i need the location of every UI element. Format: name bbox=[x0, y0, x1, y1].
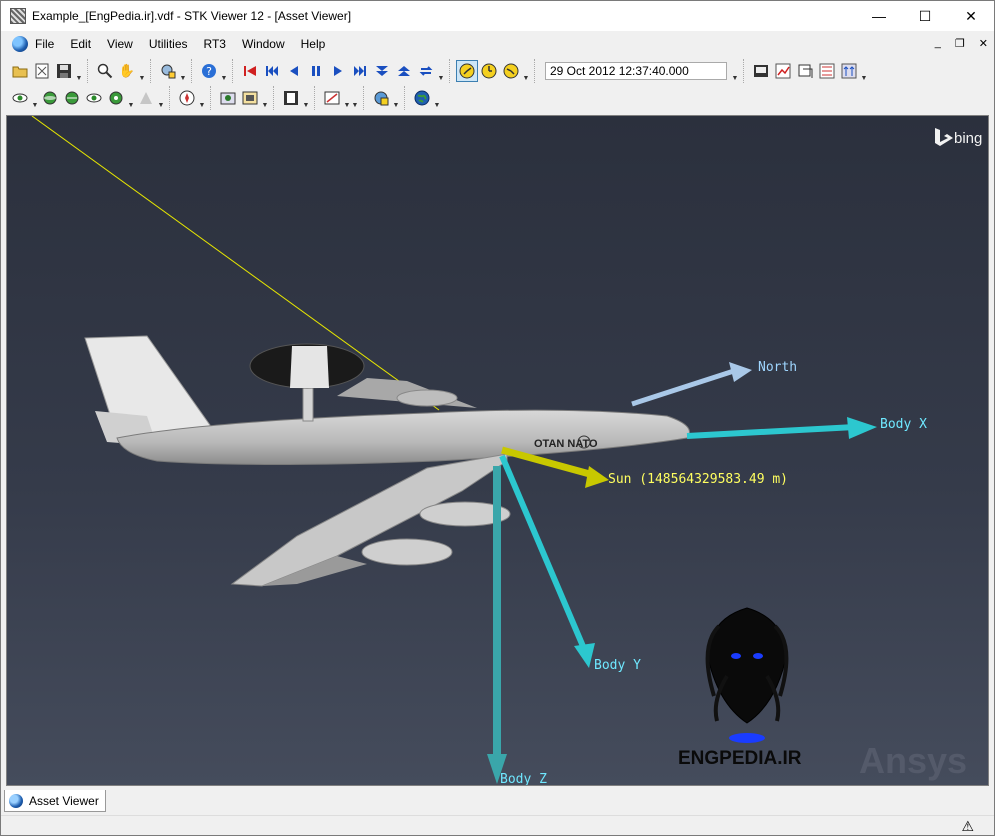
export-icon[interactable] bbox=[794, 60, 816, 82]
pause-icon[interactable] bbox=[305, 60, 327, 82]
current-time-field[interactable]: 29 Oct 2012 12:37:40.000 bbox=[545, 62, 727, 80]
play-reverse-icon[interactable] bbox=[283, 60, 305, 82]
dynamic-display-icon[interactable] bbox=[816, 60, 838, 82]
title-bar[interactable]: Example_[EngPedia.ir].vdf - STK Viewer 1… bbox=[1, 1, 994, 31]
menu-file[interactable]: File bbox=[35, 37, 62, 51]
view-options-icon[interactable] bbox=[105, 87, 127, 109]
globe-manager-icon[interactable] bbox=[370, 87, 392, 109]
body-y-label: Body Y bbox=[594, 658, 641, 673]
disabled-view-icon bbox=[135, 87, 157, 109]
snapshot-icon[interactable] bbox=[217, 87, 239, 109]
ansys-watermark: Ansys bbox=[859, 740, 967, 781]
minimize-button[interactable]: — bbox=[856, 1, 902, 31]
object-properties-icon[interactable] bbox=[157, 60, 179, 82]
file-toolbar: ▼ bbox=[3, 59, 85, 83]
vdf-icon[interactable] bbox=[31, 60, 53, 82]
mdi-controls: _ ❐ ✕ bbox=[935, 37, 988, 50]
warning-icon[interactable]: ⚠ bbox=[961, 818, 974, 835]
pan-hand-icon[interactable]: ✋ bbox=[116, 60, 138, 82]
realtime-loop-icon[interactable] bbox=[415, 60, 437, 82]
toolbar-row-1: ▼ ✋ ▼ ▼ ? ▼ ▼ ▼ 29 Oct 2012 12:37:40.000… bbox=[1, 58, 994, 84]
reset-animation-icon[interactable] bbox=[239, 60, 261, 82]
svg-text:?: ? bbox=[206, 65, 212, 78]
sun-label: Sun (148564329583.49 m) bbox=[608, 472, 788, 487]
3d-view-toolbar: ▼ ▼ ▼ bbox=[3, 86, 167, 110]
strip-chart-icon[interactable] bbox=[838, 60, 860, 82]
toolbar-row-2: ▼ ▼ ▼ ▼ ▼ ▼ ▼ ▼ ▼ ▼ bbox=[1, 85, 994, 111]
window-title: Example_[EngPedia.ir].vdf - STK Viewer 1… bbox=[32, 9, 352, 23]
mdi-close-button[interactable]: ✕ bbox=[979, 37, 988, 50]
time-mode-toolbar: ▼ bbox=[449, 59, 532, 83]
reports-toolbar: ▼ bbox=[743, 59, 870, 83]
view-toolbar: ✋ ▼ bbox=[87, 59, 148, 83]
help-icon[interactable]: ? bbox=[198, 60, 220, 82]
view-target-icon[interactable] bbox=[61, 87, 83, 109]
menu-bar: File Edit View Utilities RT3 Window Help bbox=[1, 32, 994, 56]
tab-asset-viewer[interactable]: Asset Viewer bbox=[4, 790, 106, 812]
clock-mode-1-icon[interactable] bbox=[456, 60, 478, 82]
app-window: Example_[EngPedia.ir].vdf - STK Viewer 1… bbox=[0, 0, 995, 836]
measure-icon[interactable] bbox=[321, 87, 343, 109]
3d-viewport[interactable]: OTAN NATO North Body X Sun (148564329583… bbox=[6, 115, 989, 786]
increase-step-icon[interactable] bbox=[393, 60, 415, 82]
graph-icon[interactable] bbox=[772, 60, 794, 82]
compass-icon[interactable] bbox=[176, 87, 198, 109]
menu-rt3[interactable]: RT3 bbox=[204, 37, 234, 51]
step-back-fast-icon[interactable] bbox=[261, 60, 283, 82]
zoom-icon[interactable] bbox=[94, 60, 116, 82]
play-forward-icon[interactable] bbox=[327, 60, 349, 82]
menu-edit[interactable]: Edit bbox=[70, 37, 99, 51]
record-movie-icon[interactable] bbox=[239, 87, 261, 109]
menu-help[interactable]: Help bbox=[301, 37, 334, 51]
earth-icon[interactable] bbox=[411, 87, 433, 109]
save-icon[interactable] bbox=[53, 60, 75, 82]
animation-toolbar: ▼ bbox=[232, 59, 447, 83]
view-from-icon[interactable] bbox=[9, 87, 31, 109]
menu-view[interactable]: View bbox=[107, 37, 141, 51]
eye-icon[interactable] bbox=[83, 87, 105, 109]
maximize-button[interactable]: ☐ bbox=[902, 1, 948, 31]
status-bar: ⚠ bbox=[1, 815, 994, 835]
engpedia-watermark: ENGPEDIA.IR bbox=[678, 748, 802, 769]
clock-mode-2-icon[interactable] bbox=[478, 60, 500, 82]
film-strip-icon[interactable] bbox=[280, 87, 302, 109]
svg-text:bing: bing bbox=[954, 130, 982, 147]
open-folder-icon[interactable] bbox=[9, 60, 31, 82]
body-x-label: Body X bbox=[880, 417, 927, 432]
close-button[interactable]: ✕ bbox=[948, 1, 994, 31]
decrease-step-icon[interactable] bbox=[371, 60, 393, 82]
view-home-icon[interactable] bbox=[39, 87, 61, 109]
globe-icon bbox=[9, 793, 23, 808]
menu-window[interactable]: Window bbox=[242, 37, 293, 51]
mdi-restore-button[interactable]: ❐ bbox=[955, 37, 965, 50]
north-label: North bbox=[758, 360, 797, 375]
menu-utilities[interactable]: Utilities bbox=[149, 37, 196, 51]
app-icon bbox=[10, 8, 26, 24]
scene-canvas: OTAN NATO North Body X Sun (148564329583… bbox=[7, 116, 988, 786]
fuselage-text: OTAN NATO bbox=[534, 438, 598, 450]
body-z-label: Body Z bbox=[500, 772, 547, 786]
globe-icon[interactable] bbox=[12, 36, 28, 52]
step-forward-fast-icon[interactable] bbox=[349, 60, 371, 82]
mdi-minimize-button[interactable]: _ bbox=[935, 37, 941, 50]
clock-mode-3-icon[interactable] bbox=[500, 60, 522, 82]
report-icon[interactable] bbox=[750, 60, 772, 82]
tab-label: Asset Viewer bbox=[29, 793, 99, 808]
window-tab-bar: Asset Viewer bbox=[1, 788, 994, 814]
